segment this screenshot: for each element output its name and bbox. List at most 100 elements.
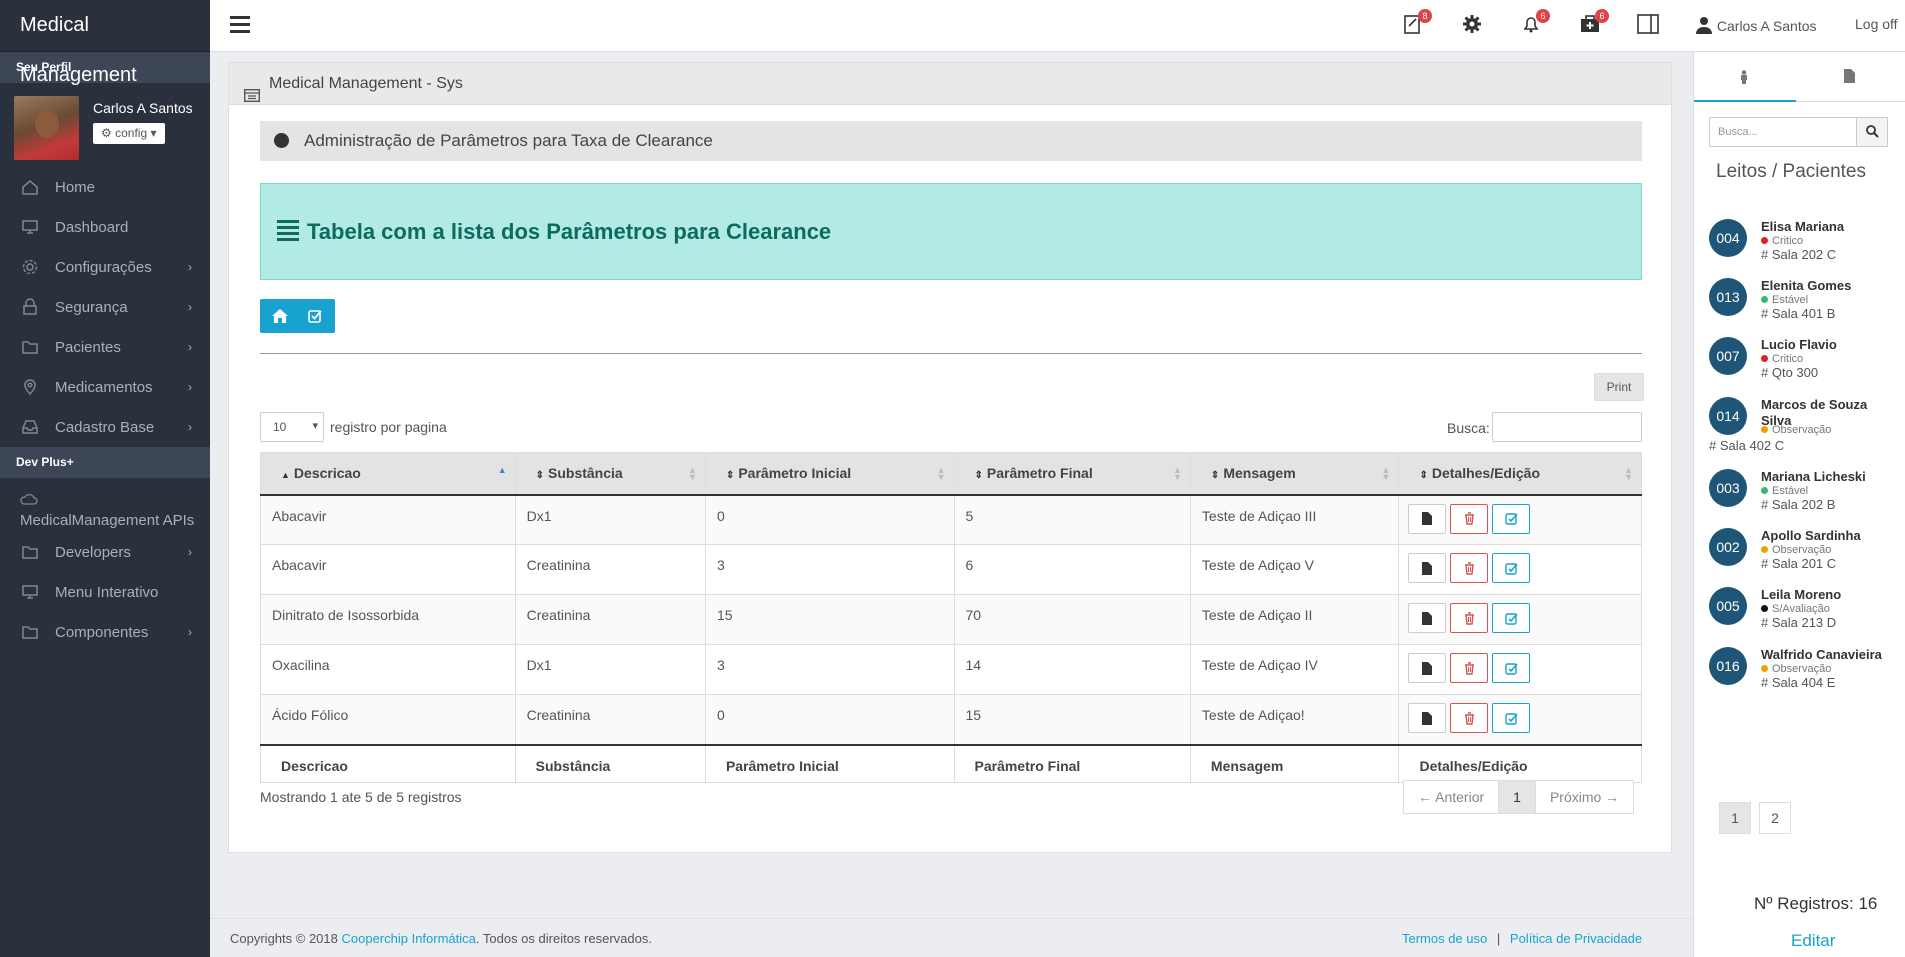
- patients-pagination: 1 2: [1719, 802, 1799, 834]
- sidebar-item-dashboard[interactable]: Dashboard: [0, 207, 210, 247]
- table-search-input[interactable]: [1492, 412, 1642, 442]
- column-header[interactable]: ▲ Descricao ▲: [260, 452, 516, 496]
- section-title: Administração de Parâmetros para Taxa de…: [304, 131, 713, 150]
- chevron-right-icon: ›: [188, 340, 192, 354]
- column-header[interactable]: ⇕ Detalhes/Edição ▲ ▼: [1398, 452, 1642, 496]
- details-button[interactable]: [1408, 553, 1447, 583]
- sidebar-item-label: Cadastro Base: [55, 418, 155, 436]
- privacy-link[interactable]: Política de Privacidade: [1510, 931, 1642, 946]
- status-label: Estável: [1772, 294, 1809, 306]
- tab-patients[interactable]: [1694, 52, 1796, 102]
- banner-title: Tabela com a lista dos Parâmetros para C…: [307, 219, 832, 244]
- list-icon: [277, 220, 299, 244]
- column-header[interactable]: ⇕ Mensagem ▲ ▼: [1189, 452, 1400, 496]
- edit-button[interactable]: [1492, 603, 1531, 633]
- status-dot: [1761, 546, 1768, 553]
- sidebar-item-home[interactable]: Home: [0, 167, 210, 207]
- column-header-label: Detalhes/Edição: [1431, 465, 1540, 482]
- topbar-user[interactable]: Carlos A Santos: [1695, 16, 1817, 37]
- column-header-label: Substância: [548, 465, 623, 482]
- pager-prev[interactable]: ← Anterior: [1403, 780, 1500, 814]
- sort-indicator-icon: ▲ ▼: [688, 465, 697, 482]
- details-button[interactable]: [1408, 653, 1447, 683]
- details-button[interactable]: [1408, 603, 1447, 633]
- edit-button[interactable]: [1492, 553, 1531, 583]
- sort-icon: ⇕: [1419, 470, 1428, 482]
- edit-button[interactable]: [1492, 653, 1531, 683]
- pager-next[interactable]: Próximo →: [1534, 780, 1635, 814]
- table-cell: Teste de Adiçao IV: [1189, 644, 1400, 695]
- edit-button[interactable]: [1492, 503, 1531, 534]
- sidebar-item-menu-interativo[interactable]: Menu Interativo: [0, 572, 210, 612]
- patient-status: Estável: [1761, 294, 1808, 306]
- panel-icon: [243, 77, 261, 119]
- table-row: Abacavir Creatinina 3 6 Teste de Adiçao V: [260, 544, 1642, 595]
- pager-current[interactable]: 1: [1498, 780, 1536, 814]
- table-cell: 14: [953, 644, 1191, 695]
- home-button[interactable]: [260, 299, 300, 333]
- hospital-kit-icon[interactable]: 6: [1580, 9, 1609, 36]
- new-record-button[interactable]: [295, 299, 335, 333]
- patients-page-2[interactable]: 2: [1759, 802, 1791, 834]
- table-header-row: ▲ Descricao ▲ ⇕ Substância ▲ ▼ ⇕ Parâmetro Inici…: [260, 452, 1642, 496]
- menu-toggle-icon[interactable]: [230, 16, 250, 37]
- patient-search-input[interactable]: Busca...: [1709, 117, 1857, 147]
- delete-button[interactable]: [1450, 503, 1489, 534]
- sidebar-item-componentes[interactable]: Componentes ›: [0, 612, 210, 652]
- settings-gear-icon[interactable]: [1462, 14, 1484, 36]
- row-actions: [1398, 544, 1642, 595]
- print-button[interactable]: Print: [1594, 373, 1644, 401]
- panel-toggle-icon[interactable]: [1637, 14, 1659, 36]
- column-header[interactable]: ⇕ Substância ▲ ▼: [514, 452, 706, 496]
- delete-button[interactable]: [1450, 603, 1489, 633]
- company-link[interactable]: Cooperchip Informática: [341, 931, 475, 946]
- trash-icon: [1464, 611, 1474, 625]
- table-row: Dinitrato de Isossorbida Creatinina 15 70 Te…: [260, 594, 1642, 645]
- document-icon: [1422, 661, 1433, 675]
- logoff-link[interactable]: Log off: [1855, 16, 1898, 32]
- folder-icon: [20, 543, 40, 561]
- patient-name: Elisa Mariana: [1761, 219, 1845, 234]
- bell-icon[interactable]: 6: [1521, 9, 1550, 36]
- delete-button[interactable]: [1450, 553, 1489, 583]
- column-header[interactable]: ⇕ Parâmetro Inicial ▲ ▼: [704, 452, 955, 496]
- edit-link[interactable]: Editar: [1791, 931, 1835, 951]
- right-panel: Busca... Leitos / Pacientes 004 Elisa Mar…: [1693, 52, 1905, 957]
- sidebar-item-medicamentos[interactable]: Medicamentos ›: [0, 367, 210, 407]
- tasks-icon[interactable]: 8: [1403, 9, 1432, 36]
- status-label: Critico: [1772, 235, 1804, 247]
- sidebar-item-label: Componentes: [55, 623, 149, 641]
- status-dot: [1761, 605, 1768, 612]
- row-actions: [1398, 694, 1642, 745]
- sidebar-item-seguranca[interactable]: Segurança ›: [0, 287, 210, 327]
- sidebar-item-developers[interactable]: Developers ›: [0, 532, 210, 572]
- patient-room: # Qto 300: [1761, 365, 1819, 380]
- sidebar-item-pacientes[interactable]: Pacientes ›: [0, 327, 210, 367]
- delete-button[interactable]: [1450, 703, 1489, 733]
- column-header-label: Parâmetro Inicial: [738, 465, 852, 482]
- patient-status: Observação: [1761, 424, 1831, 436]
- details-button[interactable]: [1408, 703, 1447, 733]
- patient-room: # Sala 201 C: [1761, 556, 1837, 571]
- row-actions: [1398, 644, 1642, 695]
- terms-link[interactable]: Termos de uso: [1402, 931, 1487, 946]
- search-label: Busca:: [1447, 420, 1490, 436]
- patient-search-button[interactable]: [1856, 117, 1888, 147]
- document-icon: [1422, 611, 1433, 625]
- patient-status: Observação: [1761, 663, 1831, 675]
- column-header[interactable]: ⇕ Parâmetro Final ▲ ▼: [953, 452, 1191, 496]
- status-dot: [1761, 665, 1768, 672]
- edit-check-icon: [1505, 562, 1518, 575]
- length-select[interactable]: 10: [260, 412, 324, 442]
- patients-page-1[interactable]: 1: [1719, 802, 1751, 834]
- brand-title[interactable]: Medical Management: [0, 0, 210, 86]
- patient-room: # Sala 401 B: [1761, 306, 1836, 321]
- section-header[interactable]: Administração de Parâmetros para Taxa de…: [260, 121, 1642, 161]
- details-button[interactable]: [1408, 503, 1447, 534]
- tab-documents[interactable]: [1796, 52, 1905, 102]
- edit-button[interactable]: [1492, 703, 1531, 733]
- sidebar-item-configuracoes[interactable]: Configurações ›: [0, 247, 210, 287]
- config-dropdown[interactable]: ⚙ config ▾: [93, 123, 165, 144]
- delete-button[interactable]: [1450, 653, 1489, 683]
- sidebar-item-cadastro-base[interactable]: Cadastro Base ›: [0, 407, 210, 447]
